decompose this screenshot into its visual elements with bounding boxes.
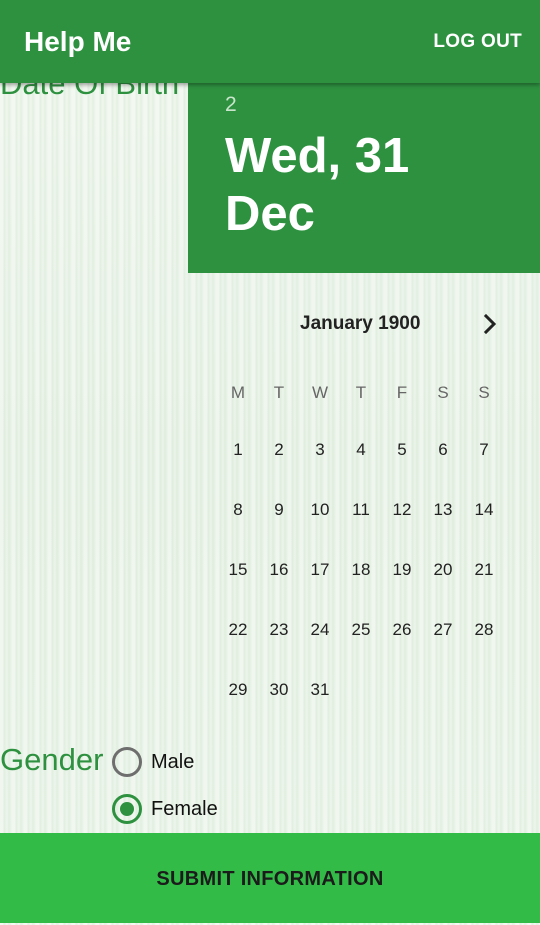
- weekday-label: S: [437, 383, 449, 402]
- calendar-day[interactable]: 22: [220, 612, 256, 648]
- calendar-day[interactable]: 4: [343, 432, 379, 468]
- calendar-day[interactable]: 18: [343, 552, 379, 588]
- calendar-day[interactable]: 7: [466, 432, 502, 468]
- weekday-label: S: [478, 383, 490, 402]
- calendar-day[interactable]: 25: [343, 612, 379, 648]
- calendar-day[interactable]: 9: [261, 492, 297, 528]
- calendar-day[interactable]: 17: [302, 552, 338, 588]
- calendar-day[interactable]: 31: [302, 672, 338, 708]
- calendar-day[interactable]: 23: [261, 612, 297, 648]
- date-picker-header: 2 Wed, 31 Dec: [188, 83, 540, 273]
- calendar-day[interactable]: 10: [302, 492, 338, 528]
- month-title: January 1900: [300, 313, 421, 334]
- weekday-label: M: [230, 383, 246, 402]
- app-title: Help Me: [24, 26, 132, 57]
- calendar-day[interactable]: 1: [220, 432, 256, 468]
- calendar-day[interactable]: 24: [302, 612, 338, 648]
- calendar-day[interactable]: 8: [220, 492, 256, 528]
- calendar-day[interactable]: 16: [261, 552, 297, 588]
- calendar-day[interactable]: 30: [261, 672, 297, 708]
- picker-selected-date: Wed, 31 Dec: [225, 129, 410, 241]
- calendar-day[interactable]: 21: [466, 552, 502, 588]
- calendar-day[interactable]: 27: [425, 612, 461, 648]
- weekday-label: F: [396, 383, 408, 402]
- chevron-right-icon: [483, 313, 497, 335]
- calendar-day[interactable]: 26: [384, 612, 420, 648]
- picker-year[interactable]: 2: [225, 93, 237, 117]
- app-bar: Help Me LOG OUT: [0, 0, 540, 83]
- calendar-day[interactable]: 6: [425, 432, 461, 468]
- male-radio[interactable]: [112, 747, 142, 777]
- logout-button[interactable]: LOG OUT: [433, 31, 522, 53]
- calendar-day[interactable]: 2: [261, 432, 297, 468]
- calendar-day[interactable]: 13: [425, 492, 461, 528]
- calendar-day[interactable]: 5: [384, 432, 420, 468]
- calendar-day[interactable]: 15: [220, 552, 256, 588]
- male-label: Male: [151, 751, 195, 773]
- female-label: Female: [151, 798, 218, 820]
- calendar-day[interactable]: 11: [343, 492, 379, 528]
- weekday-label: T: [355, 383, 367, 402]
- calendar-day[interactable]: 19: [384, 552, 420, 588]
- gender-label: Gender: [0, 742, 104, 777]
- female-radio[interactable]: [112, 794, 142, 824]
- calendar-day[interactable]: 3: [302, 432, 338, 468]
- next-month-button[interactable]: [476, 310, 504, 338]
- weekday-label: W: [311, 383, 329, 402]
- calendar-day[interactable]: 20: [425, 552, 461, 588]
- weekday-label: T: [273, 383, 285, 402]
- calendar-day[interactable]: 28: [466, 612, 502, 648]
- calendar-day[interactable]: 29: [220, 672, 256, 708]
- calendar-day[interactable]: 12: [384, 492, 420, 528]
- calendar-day[interactable]: 14: [466, 492, 502, 528]
- submit-information-button[interactable]: SUBMIT INFORMATION: [0, 833, 540, 923]
